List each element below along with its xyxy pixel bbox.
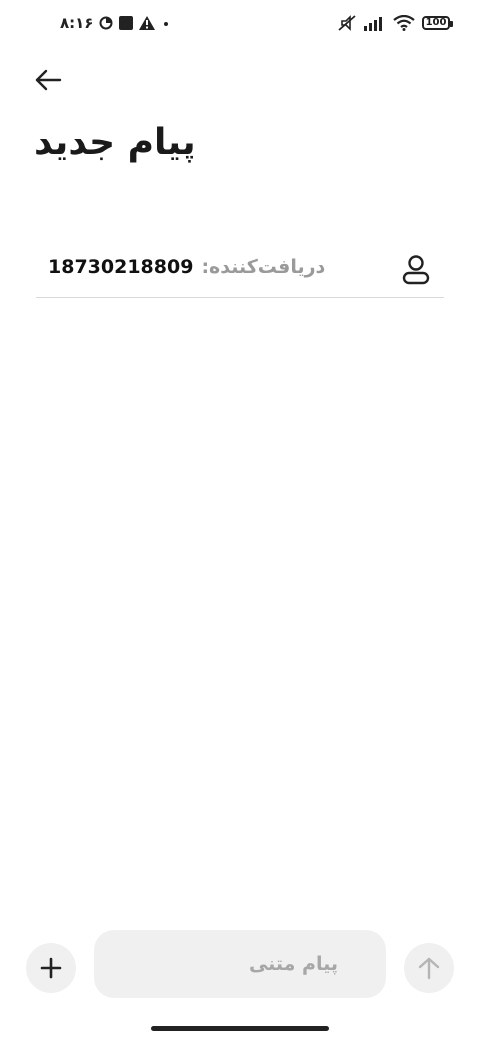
plus-icon [40,957,62,979]
wifi-icon [393,15,415,31]
arrow-left-icon [35,69,62,91]
recipient-number[interactable]: 18730218809 [48,256,193,278]
muted-icon [338,15,356,31]
recipient-text: دریافت‌کننده: 18730218809 [48,256,325,278]
status-bar: ۸:۱۶ 100 [0,0,480,54]
status-left: ۸:۱۶ [60,14,171,32]
app-notification-icon [119,16,134,30]
recipient-label: دریافت‌کننده: [201,256,326,278]
contact-picker-button[interactable] [402,254,430,286]
arrow-up-icon [418,957,440,980]
battery-level: 100 [425,17,447,28]
composer-bar [0,928,480,1000]
recipient-row[interactable]: دریافت‌کننده: 18730218809 [36,242,444,298]
status-time: ۸:۱۶ [60,14,94,32]
message-input[interactable] [94,930,386,998]
signal-icon [364,17,382,31]
status-right: 100 [337,14,453,32]
person-icon [402,255,430,285]
back-button[interactable] [28,62,68,98]
add-attachment-button[interactable] [26,943,76,993]
page-title: پیام جدید [34,122,196,163]
dot-icon [164,22,169,26]
send-button[interactable] [404,943,454,993]
battery-icon: 100 [422,16,453,30]
warning-icon [139,16,156,30]
data-saver-icon [99,16,113,30]
home-indicator[interactable] [151,1026,329,1031]
